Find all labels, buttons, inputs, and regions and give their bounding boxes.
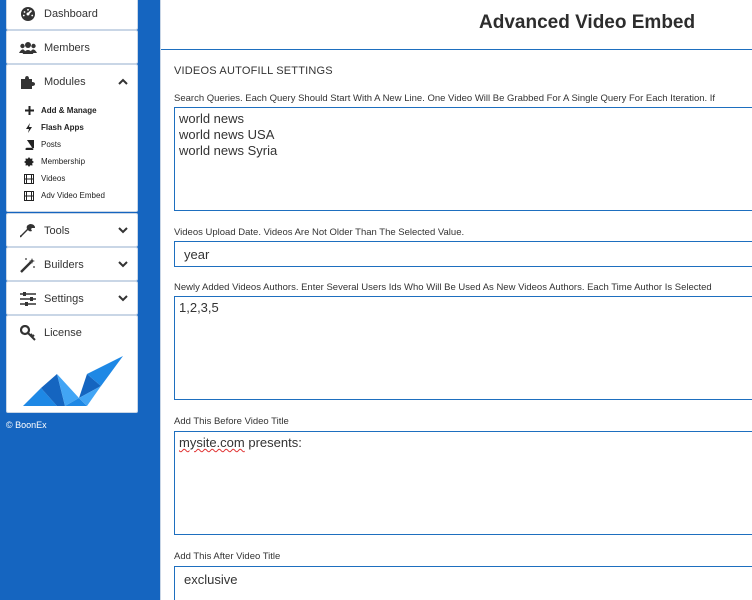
plus-icon (24, 106, 34, 116)
sidebar-item-members[interactable]: Members (7, 31, 137, 64)
sidebar-subitem-label: Flash Apps (41, 123, 84, 132)
upload-date-select[interactable]: year (174, 241, 752, 267)
menu-card-license: License (6, 315, 138, 413)
upload-date-label: Videos Upload Date. Videos Are Not Older… (174, 227, 465, 238)
sidebar-item-label: Members (44, 41, 90, 54)
film-icon (24, 190, 34, 201)
sidebar-item-license[interactable]: License (7, 316, 137, 349)
sidebar-item-modules[interactable]: Modules (7, 65, 137, 98)
sidebar-item-label: Builders (44, 258, 84, 271)
page-header: Advanced Video Embed (161, 0, 752, 50)
section-title: VIDEOS AUTOFILL SETTINGS (174, 65, 333, 77)
sidebar-item-label: Dashboard (44, 7, 98, 20)
sidebar-subitem-label: Membership (41, 157, 86, 166)
menu-card-modules: Modules Add & Manage Flash Apps Posts Me… (6, 64, 138, 212)
before-title-text: presents: (244, 435, 302, 450)
wrench-icon (19, 222, 37, 240)
chevron-down-icon[interactable] (117, 225, 129, 237)
members-icon (19, 39, 37, 57)
sidebar-subitem-adv-video-embed[interactable]: Adv Video Embed (7, 187, 137, 204)
key-icon (19, 324, 37, 342)
sidebar: Dashboard Members Modules Add & Manage F… (0, 0, 160, 600)
sidebar-item-label: Modules (44, 75, 86, 88)
bolt-icon (24, 122, 34, 133)
menu-card-tools: Tools (6, 213, 138, 247)
spellcheck-word: mysite.com (179, 435, 245, 450)
main-content: Advanced Video Embed VIDEOS AUTOFILL SET… (160, 0, 752, 600)
sidebar-item-builders[interactable]: Builders (7, 248, 137, 281)
after-title-label: Add This After Video Title (174, 551, 281, 562)
puzzle-icon (19, 73, 37, 91)
dashboard-icon (19, 5, 37, 23)
sidebar-subitem-posts[interactable]: Posts (7, 136, 137, 153)
sidebar-item-tools[interactable]: Tools (7, 214, 137, 247)
modules-submenu: Add & Manage Flash Apps Posts Membership… (7, 98, 137, 210)
sidebar-subitem-label: Posts (41, 140, 62, 149)
search-queries-textarea[interactable]: world news world news USA world news Syr… (174, 107, 752, 211)
menu-card-settings: Settings (6, 281, 138, 315)
after-title-textarea[interactable]: exclusive (174, 566, 752, 600)
sidebar-item-dashboard[interactable]: Dashboard (7, 0, 137, 30)
sidebar-item-label: Settings (44, 292, 84, 305)
sidebar-item-settings[interactable]: Settings (7, 282, 137, 315)
film-icon (24, 173, 34, 184)
authors-textarea[interactable]: 1,2,3,5 (174, 296, 752, 400)
sidebar-subitem-label: Add & Manage (41, 106, 97, 115)
page-title: Advanced Video Embed (479, 12, 696, 33)
search-queries-label: Search Queries. Each Query Should Start … (174, 93, 716, 104)
before-title-label: Add This Before Video Title (174, 416, 289, 427)
magic-icon (19, 256, 37, 274)
menu-card-members: Members (6, 30, 138, 64)
sidebar-subitem-add-manage[interactable]: Add & Manage (7, 102, 137, 119)
sidebar-item-label: Tools (44, 224, 70, 237)
chevron-down-icon[interactable] (117, 293, 129, 305)
boonex-logo (21, 354, 125, 408)
sidebar-item-label: License (44, 326, 82, 339)
sidebar-subitem-flash-apps[interactable]: Flash Apps (7, 119, 137, 136)
chevron-down-icon[interactable] (117, 259, 129, 271)
menu-card-dashboard: Dashboard (6, 0, 138, 30)
authors-label: Newly Added Videos Authors. Enter Severa… (174, 282, 712, 293)
copyright-text: © BoonEx (6, 420, 47, 430)
menu-card-builders: Builders (6, 247, 138, 281)
sliders-icon (19, 290, 37, 308)
sidebar-subitem-videos[interactable]: Videos (7, 170, 137, 187)
sidebar-subitem-membership[interactable]: Membership (7, 153, 137, 170)
badge-icon (24, 156, 34, 167)
before-title-textarea[interactable]: mysite.com presents: (174, 431, 752, 535)
chevron-up-icon[interactable] (117, 76, 129, 88)
book-icon (24, 139, 34, 150)
sidebar-subitem-label: Adv Video Embed (41, 191, 105, 200)
sidebar-subitem-label: Videos (41, 174, 66, 183)
